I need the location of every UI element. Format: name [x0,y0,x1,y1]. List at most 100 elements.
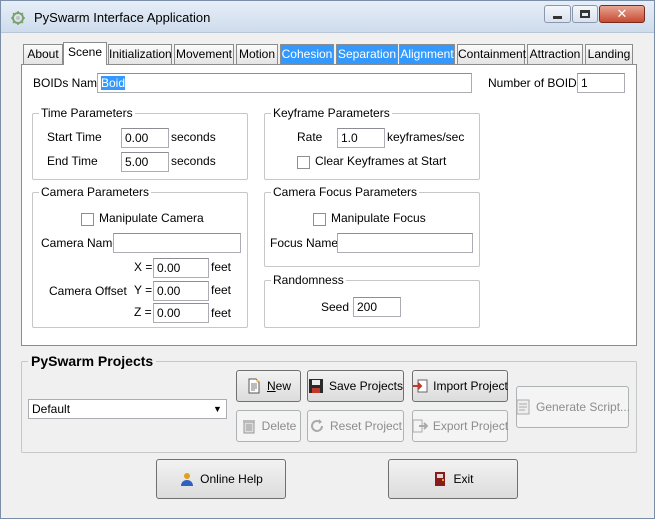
window-title: PySwarm Interface Application [34,10,211,25]
num-boids-label: Number of BOIDs [488,76,583,90]
start-time-input[interactable]: 0.00 [121,128,169,148]
camera-z-unit: feet [211,306,232,320]
close-button[interactable]: ✕ [599,5,645,23]
new-project-button[interactable]: New [236,370,301,402]
save-projects-button[interactable]: Save Projects [307,370,404,402]
rate-label: Rate [297,130,323,144]
end-time-unit: seconds [171,154,216,168]
import-project-label: Import Project [433,379,508,393]
minimize-button[interactable] [544,5,571,23]
exit-label: Exit [453,472,474,486]
tab-label: Attraction [529,47,581,61]
end-time-value: 5.00 [125,155,149,169]
maximize-button[interactable] [572,5,598,23]
manipulate-focus-label[interactable]: Manipulate Focus [331,211,426,225]
camera-x-label: X = [134,260,153,274]
trash-icon [242,420,255,434]
camera-y-input[interactable]: 0.00 [153,281,209,301]
camera-y-unit: feet [211,283,232,297]
title-bar[interactable]: PySwarm Interface Application ✕ [1,1,654,33]
camera-y-value: 0.00 [157,284,181,298]
tab-label: Landing [587,47,631,61]
export-icon [412,419,428,433]
tab-about[interactable]: About [23,44,63,64]
tab-separation[interactable]: Separation [336,44,398,64]
app-window: PySwarm Interface Application ✕ About Sc… [0,0,655,519]
online-help-label: Online Help [200,472,263,486]
minimize-icon [553,15,562,19]
rate-value: 1.0 [341,131,358,145]
camera-z-input[interactable]: 0.00 [153,303,209,323]
camera-x-input[interactable]: 0.00 [153,258,209,278]
projects-title: PySwarm Projects [28,353,157,369]
randomness-title: Randomness [271,273,346,287]
new-document-icon [248,378,260,394]
manipulate-camera-checkbox[interactable] [81,213,94,226]
tab-label: About [27,47,59,61]
tab-label: Separation [337,47,397,61]
clear-keyframes-checkbox[interactable] [297,156,310,169]
chevron-down-icon[interactable]: ▼ [209,400,226,418]
camera-name-input[interactable] [113,233,241,253]
scene-tab-panel: BOIDs Name Boid Number of BOIDs 1 Time P… [21,64,637,346]
delete-project-button[interactable]: Delete [236,410,301,442]
seed-label: Seed [321,300,350,314]
reset-project-button[interactable]: Reset Project [307,410,404,442]
tab-label: Initialization [109,47,172,61]
camera-parameters-group: Camera Parameters Manipulate Camera Came… [32,185,248,328]
tab-initialization[interactable]: Initialization [108,44,172,64]
tab-attraction[interactable]: Attraction [527,44,583,64]
end-time-label: End Time [47,154,98,168]
focus-name-label: Focus Name [270,236,339,250]
camera-parameters-title: Camera Parameters [39,185,152,199]
rate-unit: keyframes/sec [387,130,465,144]
keyframe-parameters-group: Keyframe Parameters Rate 1.0 keyframes/s… [264,106,480,180]
tab-landing[interactable]: Landing [585,44,633,64]
import-project-button[interactable]: Import Project [412,370,508,402]
camera-z-label: Z = [134,305,152,319]
exit-door-icon [435,472,446,486]
tab-alignment[interactable]: Alignment [399,44,455,64]
tab-label: Motion [238,47,276,61]
keyframe-parameters-title: Keyframe Parameters [271,106,392,120]
seed-input[interactable]: 200 [353,297,401,317]
script-icon [516,399,530,415]
tab-label: Scene [67,45,103,59]
project-select[interactable]: Default ▼ [28,399,227,419]
tab-movement[interactable]: Movement [174,44,234,64]
focus-name-input[interactable] [337,233,473,253]
refresh-icon [311,419,323,432]
camera-name-label: Camera Name [41,236,120,250]
num-boids-input[interactable]: 1 [577,73,625,93]
exit-button[interactable]: Exit [388,459,518,499]
tab-scene[interactable]: Scene [63,42,107,65]
time-parameters-title: Time Parameters [39,106,135,120]
tab-motion[interactable]: Motion [236,44,278,64]
generate-script-button[interactable]: Generate Script... [516,386,631,428]
tab-cohesion[interactable]: Cohesion [280,44,334,64]
online-help-button[interactable]: Online Help [156,459,286,499]
export-project-button[interactable]: Export Project [412,410,508,442]
manipulate-focus-checkbox[interactable] [313,213,326,226]
boids-name-input[interactable]: Boid [97,73,472,93]
export-project-label: Export Project [432,419,509,433]
generate-script-label: Generate Script... [535,400,631,414]
project-select-value: Default [32,402,71,416]
boids-name-value: Boid [101,76,126,90]
boids-name-label: BOIDs Name [33,76,104,90]
delete-project-label: Delete [261,419,297,433]
swarm-gear-icon [11,11,25,25]
tab-containment[interactable]: Containment [457,44,526,64]
camera-z-value: 0.00 [157,306,181,320]
manipulate-camera-label[interactable]: Manipulate Camera [99,211,204,225]
save-disk-icon [308,379,323,393]
end-time-input[interactable]: 5.00 [121,152,169,172]
rate-input[interactable]: 1.0 [337,128,385,148]
seed-value: 200 [357,300,378,314]
import-icon [413,379,428,393]
help-person-icon [181,473,194,486]
clear-keyframes-label[interactable]: Clear Keyframes at Start [315,154,446,168]
reset-project-label: Reset Project [329,419,403,433]
tab-label: Cohesion [281,47,333,61]
new-rest: ew [275,379,291,393]
